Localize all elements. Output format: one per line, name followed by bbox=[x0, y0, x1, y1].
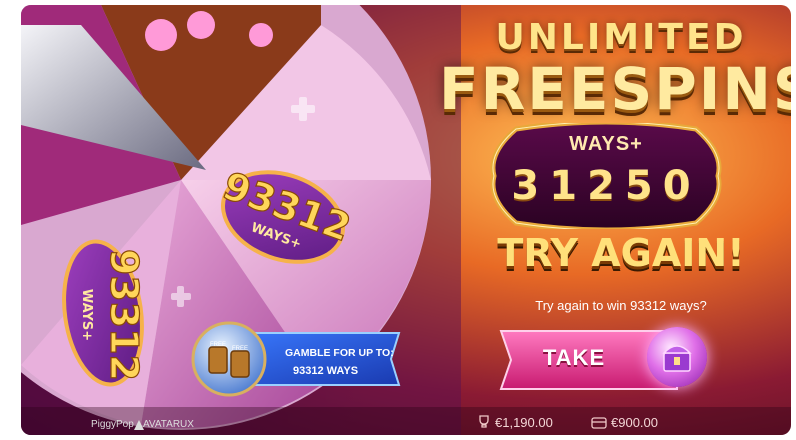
result-headline: TRY AGAIN! bbox=[497, 231, 745, 275]
slice-ways-label: WAYS+ bbox=[79, 289, 94, 341]
bank-balance: €900.00 bbox=[611, 415, 658, 430]
trophy-icon bbox=[477, 415, 491, 429]
gamble-line1: GAMBLE FOR UP TO: bbox=[285, 347, 394, 359]
take-label: TAKE bbox=[542, 345, 606, 370]
ways-value: 31250 bbox=[511, 163, 701, 209]
token-label: FREE bbox=[232, 346, 248, 352]
gamble-button-bg: FREE FREE bbox=[191, 321, 401, 397]
gamble-button[interactable]: FREE FREE GAMBLE FOR UP TO: 93312 WAYS bbox=[185, 319, 405, 399]
slice-ways-value: 93312 bbox=[102, 249, 146, 381]
ways-label: WAYS+ bbox=[569, 133, 643, 155]
game-frame: 93312 WAYS+ 93312 WAYS+ UNLIMITED FREESP… bbox=[21, 5, 791, 435]
title-unlimited: UNLIMITED bbox=[495, 17, 747, 58]
wallet-icon bbox=[591, 416, 607, 429]
take-button[interactable]: TAKE bbox=[499, 323, 719, 397]
provider-label: AVATARUX bbox=[143, 419, 194, 430]
token-label: FREE bbox=[210, 342, 226, 348]
title-freespins: FREESPINS bbox=[439, 55, 791, 123]
brand-label: PiggyPop bbox=[91, 419, 134, 430]
win-balance: €1,190.00 bbox=[495, 415, 553, 430]
gamble-line2: 93312 WAYS bbox=[293, 365, 359, 377]
result-message: Try again to win 93312 ways? bbox=[535, 298, 707, 313]
treasure-chest-icon bbox=[647, 327, 707, 387]
